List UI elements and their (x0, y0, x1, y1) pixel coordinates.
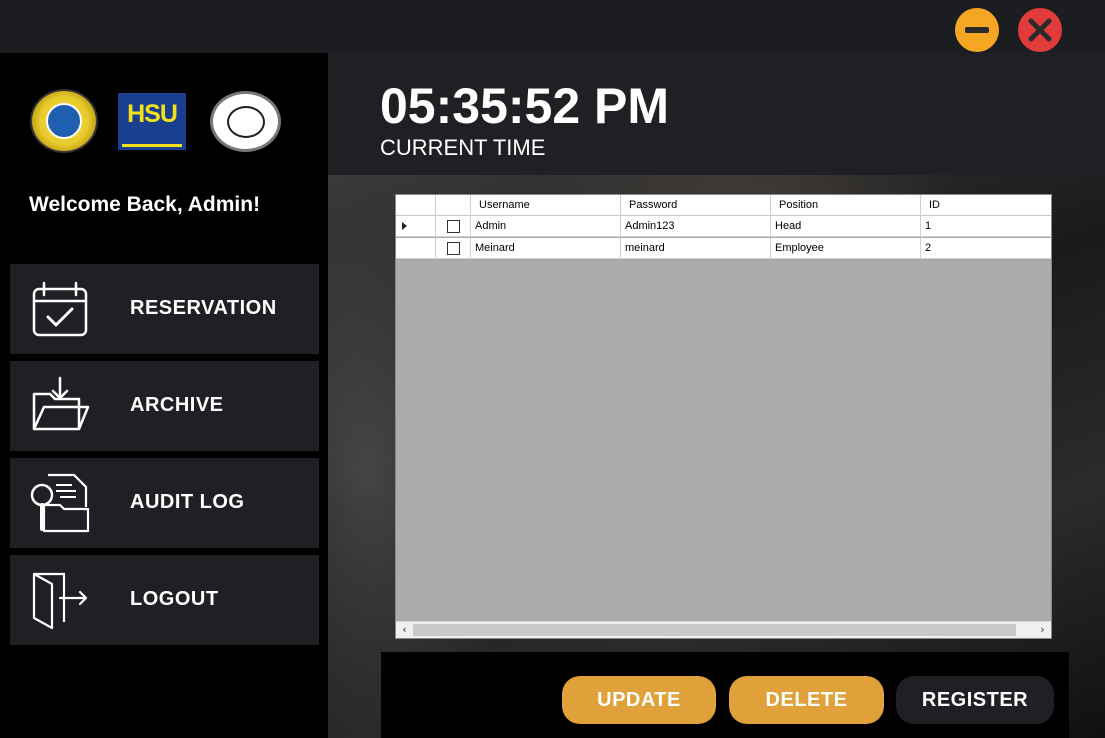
cell-id[interactable]: 1 (921, 216, 1051, 237)
logout-door-icon (32, 572, 88, 630)
column-header-password[interactable]: Password (621, 195, 771, 216)
grid-header: Username Password Position ID (396, 195, 1051, 216)
sidebar-item-audit-log[interactable]: AUDIT LOG (10, 458, 319, 548)
column-header-id[interactable]: ID (921, 195, 1051, 216)
scroll-right-icon[interactable]: › (1034, 622, 1051, 639)
sidebar-item-label: LOGOUT (130, 588, 219, 610)
cell-password[interactable]: meinard (621, 238, 771, 259)
welcome-message: Welcome Back, Admin! (29, 193, 261, 216)
hsu-logo: HSU (118, 93, 186, 150)
register-button[interactable]: REGISTER (896, 676, 1054, 724)
app-window: HSU Welcome Back, Admin! RESERVATION ARC… (0, 0, 1105, 738)
current-time-label: CURRENT TIME (380, 135, 546, 160)
minimize-icon[interactable] (955, 8, 999, 52)
sidebar-item-reservation[interactable]: RESERVATION (10, 264, 319, 354)
row-checkbox[interactable] (447, 220, 460, 233)
scroll-left-icon[interactable]: ‹ (396, 622, 413, 639)
sidebar-item-logout[interactable]: LOGOUT (10, 555, 319, 645)
close-icon[interactable] (1018, 8, 1062, 52)
sidebar-item-label: ARCHIVE (130, 394, 224, 416)
sidebar: HSU Welcome Back, Admin! RESERVATION ARC… (0, 53, 328, 738)
row-checkbox-cell[interactable] (436, 238, 471, 259)
title-bar (0, 0, 1105, 53)
current-time: 05:35:52 PM (380, 78, 670, 134)
folder-download-icon (32, 376, 90, 431)
cell-position[interactable]: Head (771, 216, 921, 237)
sidebar-item-label: AUDIT LOG (130, 491, 245, 513)
row-checkbox-cell[interactable] (436, 216, 471, 237)
cell-username[interactable]: Admin (471, 216, 621, 237)
cell-username[interactable]: Meinard (471, 238, 621, 259)
calendar-check-icon (32, 281, 88, 337)
checkbox-column-header (436, 195, 471, 216)
sidebar-item-archive[interactable]: ARCHIVE (10, 361, 319, 451)
row-header-column (396, 195, 436, 216)
cell-id[interactable]: 2 (921, 238, 1051, 259)
accounts-data-grid[interactable]: Username Password Position ID Admin Admi… (395, 194, 1052, 639)
column-header-position[interactable]: Position (771, 195, 921, 216)
header: 05:35:52 PM CURRENT TIME (328, 53, 1105, 175)
row-checkbox[interactable] (447, 242, 460, 255)
university-seal-logo (30, 89, 98, 153)
sidebar-item-label: RESERVATION (130, 297, 277, 319)
horizontal-scrollbar[interactable]: ‹ › (396, 621, 1051, 638)
table-row[interactable]: Meinard meinard Employee 2 (396, 238, 1051, 259)
row-selector[interactable] (396, 238, 436, 259)
document-search-icon (30, 473, 90, 533)
fitness-center-logo (210, 91, 281, 152)
cell-position[interactable]: Employee (771, 238, 921, 259)
update-button[interactable]: UPDATE (562, 676, 716, 724)
scrollbar-thumb[interactable] (413, 624, 1016, 636)
table-row[interactable]: Admin Admin123 Head 1 (396, 216, 1051, 237)
action-panel: UPDATE DELETE REGISTER (381, 652, 1069, 738)
row-selector[interactable] (396, 216, 436, 237)
current-row-arrow-icon (402, 222, 407, 230)
cell-password[interactable]: Admin123 (621, 216, 771, 237)
column-header-username[interactable]: Username (471, 195, 621, 216)
delete-button[interactable]: DELETE (729, 676, 884, 724)
